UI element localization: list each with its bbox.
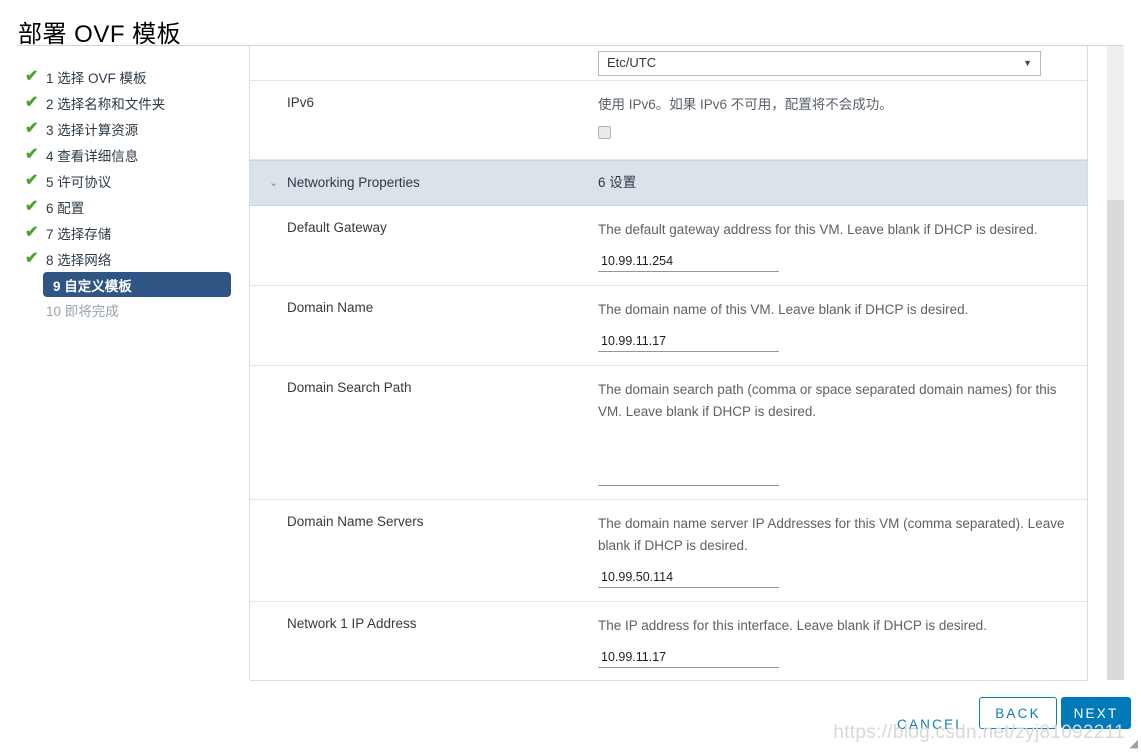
table-row-domain-search-path: Domain Search Path The domain search pat… xyxy=(250,366,1087,500)
check-icon: ✔ xyxy=(25,198,39,215)
sidebar-step-2-label: 选择名称和文件夹 xyxy=(57,97,166,112)
domain-name-property-name: Domain Name xyxy=(287,300,374,315)
domain-search-path-property-value: The domain search path (comma or space s… xyxy=(598,366,1087,499)
domain-name-servers-property-name: Domain Name Servers xyxy=(287,514,424,529)
networking-section-count: 6 设置 xyxy=(598,175,637,190)
next-button[interactable]: NEXT xyxy=(1061,697,1131,729)
step-list: ✔ 1 选择 OVF 模板 ✔ 2 选择名称和文件夹 ✔ 3 选择计算资源 ✔ … xyxy=(0,46,250,323)
network-1-ip-address-input[interactable] xyxy=(598,649,779,668)
default-gateway-property-name: Default Gateway xyxy=(287,220,387,235)
sidebar-step-5-number: 5 xyxy=(46,175,54,190)
sidebar-step-3[interactable]: ✔ 3 选择计算资源 xyxy=(0,116,250,142)
wizard-step-sidebar: ✔ 1 选择 OVF 模板 ✔ 2 选择名称和文件夹 ✔ 3 选择计算资源 ✔ … xyxy=(0,46,250,752)
check-icon: ✔ xyxy=(25,250,39,267)
domain-name-servers-input[interactable] xyxy=(598,569,779,588)
table-row-network-1-ip-address: Network 1 IP Address The IP address for … xyxy=(250,602,1087,680)
ipv6-description: 使用 IPv6。如果 IPv6 不可用，配置将不会成功。 xyxy=(598,97,893,112)
networking-section-name: ⌄ Networking Properties xyxy=(250,161,598,205)
domain-name-servers-property-value: The domain name server IP Addresses for … xyxy=(598,500,1087,601)
domain-search-path-description: The domain search path (comma or space s… xyxy=(598,382,1057,419)
domain-search-path-input[interactable] xyxy=(598,467,779,486)
deploy-ovf-template-wizard: 部署 OVF 模板 ✔ 1 选择 OVF 模板 ✔ 2 选择名称和文件夹 ✔ 3… xyxy=(0,0,1141,752)
timezone-property-value: Etc/UTC ▼ xyxy=(598,50,1087,76)
sidebar-step-6-label: 配置 xyxy=(57,201,85,216)
networking-section-label: Networking Properties xyxy=(287,175,420,190)
chevron-down-icon[interactable]: ⌄ xyxy=(269,177,283,189)
table-row-domain-name-servers: Domain Name Servers The domain name serv… xyxy=(250,500,1087,602)
network-1-ip-address-property-name: Network 1 IP Address xyxy=(287,616,417,631)
sidebar-step-8-number: 8 xyxy=(46,253,54,268)
sidebar-step-3-label: 选择计算资源 xyxy=(57,123,139,138)
sidebar-step-4[interactable]: ✔ 4 查看详细信息 xyxy=(0,142,250,168)
back-button[interactable]: BACK xyxy=(979,697,1057,729)
ipv6-checkbox[interactable] xyxy=(598,126,611,139)
domain-name-property-value: The domain name of this VM. Leave blank … xyxy=(598,286,1087,365)
sidebar-step-9-label: 自定义模板 xyxy=(64,278,132,294)
sidebar-step-7[interactable]: ✔ 7 选择存储 xyxy=(0,220,250,246)
default-gateway-description: The default gateway address for this VM.… xyxy=(598,222,1038,237)
table-row-timezone: Etc/UTC ▼ xyxy=(250,46,1087,81)
resize-grip-icon[interactable]: ◢ xyxy=(1126,738,1138,750)
check-icon: ✔ xyxy=(25,120,39,137)
check-icon: ✔ xyxy=(25,68,39,85)
properties-table: Etc/UTC ▼ IPv6 使用 IPv6。如果 IPv6 不可用，配置将不会… xyxy=(250,46,1088,681)
wizard-footer: CANCEL BACK NEXT xyxy=(0,681,1141,752)
sidebar-step-2-number: 2 xyxy=(46,97,54,112)
sidebar-step-1-number: 1 xyxy=(46,71,54,86)
default-gateway-property-value: The default gateway address for this VM.… xyxy=(598,206,1087,285)
table-row-ipv6: IPv6 使用 IPv6。如果 IPv6 不可用，配置将不会成功。 xyxy=(250,81,1087,160)
sidebar-step-10-label: 即将完成 xyxy=(64,304,119,319)
sidebar-step-8-label: 选择网络 xyxy=(57,253,112,268)
table-section-networking-properties[interactable]: ⌄ Networking Properties 6 设置 xyxy=(250,160,1087,206)
ipv6-property-value: 使用 IPv6。如果 IPv6 不可用，配置将不会成功。 xyxy=(598,81,1087,159)
sidebar-step-9-number: 9 xyxy=(53,278,61,294)
sidebar-step-4-number: 4 xyxy=(46,149,54,164)
table-row-default-gateway: Default Gateway The default gateway addr… xyxy=(250,206,1087,286)
sidebar-step-2[interactable]: ✔ 2 选择名称和文件夹 xyxy=(0,90,250,116)
domain-name-description: The domain name of this VM. Leave blank … xyxy=(598,302,969,317)
domain-name-servers-description: The domain name server IP Addresses for … xyxy=(598,516,1065,553)
ipv6-property-name: IPv6 xyxy=(287,95,315,110)
table-row-domain-name: Domain Name The domain name of this VM. … xyxy=(250,286,1087,366)
domain-search-path-property-name: Domain Search Path xyxy=(287,380,412,395)
sidebar-step-7-number: 7 xyxy=(46,227,54,242)
sidebar-step-5-label: 许可协议 xyxy=(57,175,112,190)
sidebar-step-9-customize-template[interactable]: 9 自定义模板 xyxy=(43,272,231,297)
sidebar-step-10-number: 10 xyxy=(46,304,62,319)
sidebar-step-8[interactable]: ✔ 8 选择网络 xyxy=(0,246,250,272)
sidebar-step-10[interactable]: 10 即将完成 xyxy=(0,297,250,323)
sidebar-step-5[interactable]: ✔ 5 许可协议 xyxy=(0,168,250,194)
sidebar-step-1[interactable]: ✔ 1 选择 OVF 模板 xyxy=(0,64,250,90)
timezone-select[interactable]: Etc/UTC ▼ xyxy=(598,50,1041,76)
check-icon: ✔ xyxy=(25,146,39,163)
timezone-selected-value: Etc/UTC xyxy=(607,55,657,70)
sidebar-step-6-number: 6 xyxy=(46,201,54,216)
check-icon: ✔ xyxy=(25,94,39,111)
check-icon: ✔ xyxy=(25,172,39,189)
network-1-ip-address-description: The IP address for this interface. Leave… xyxy=(598,618,987,633)
check-icon: ✔ xyxy=(25,224,39,241)
domain-name-input[interactable] xyxy=(598,333,779,352)
chevron-down-icon: ▼ xyxy=(1023,58,1032,68)
vertical-scrollbar-thumb[interactable] xyxy=(1107,200,1124,680)
network-1-ip-address-property-value: The IP address for this interface. Leave… xyxy=(598,602,1087,680)
sidebar-step-6[interactable]: ✔ 6 配置 xyxy=(0,194,250,220)
sidebar-step-7-label: 选择存储 xyxy=(57,227,112,242)
cancel-button[interactable]: CANCEL xyxy=(893,711,969,738)
sidebar-step-4-label: 查看详细信息 xyxy=(57,149,139,164)
sidebar-step-1-label: 选择 OVF 模板 xyxy=(57,71,147,86)
sidebar-step-3-number: 3 xyxy=(46,123,54,138)
default-gateway-input[interactable] xyxy=(598,253,779,272)
page-title: 部署 OVF 模板 xyxy=(18,21,182,48)
